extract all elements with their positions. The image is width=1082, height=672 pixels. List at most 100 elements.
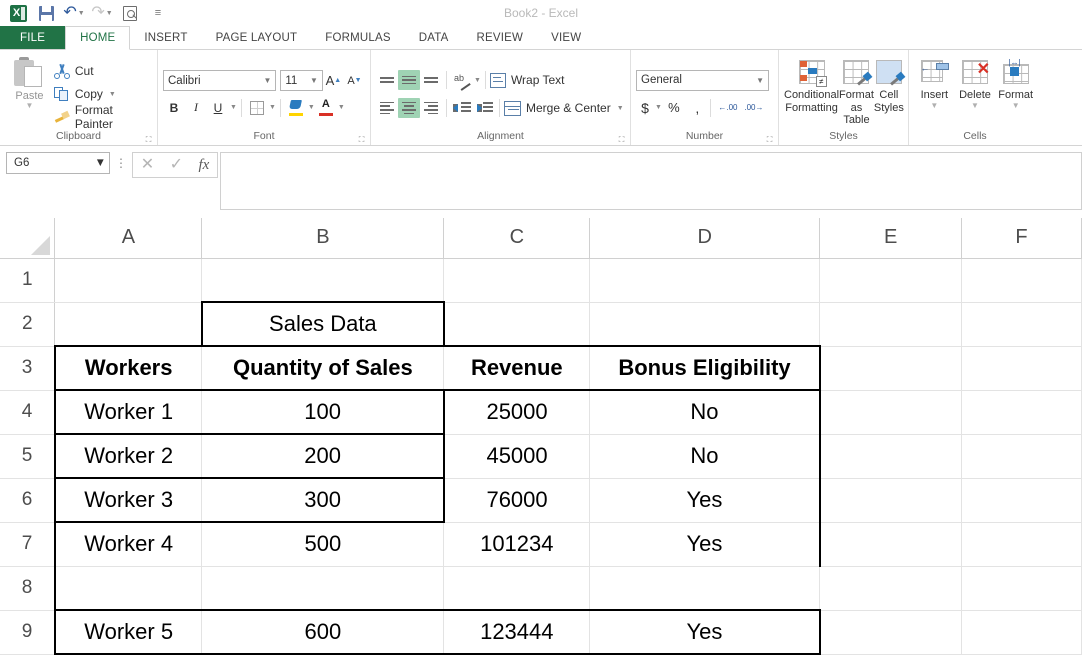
cell-b7[interactable]: 500 xyxy=(202,522,444,566)
insert-dropdown-icon[interactable]: ▼ xyxy=(930,102,938,110)
format-painter-button[interactable]: Format Painter xyxy=(54,107,152,127)
alignment-dialog-launcher-icon[interactable]: ⛶ xyxy=(617,135,626,144)
name-box[interactable]: G6 ▼ xyxy=(6,152,110,174)
decrease-decimal-button[interactable]: .00→ xyxy=(741,97,767,119)
column-header-a[interactable]: A xyxy=(55,218,202,258)
format-dropdown-icon[interactable]: ▼ xyxy=(1012,102,1020,110)
fill-color-dropdown-icon[interactable]: ▼ xyxy=(308,104,315,111)
font-name-dropdown-icon[interactable]: ▼ xyxy=(261,76,273,85)
increase-font-size-button[interactable]: A▲ xyxy=(323,70,344,92)
delete-dropdown-icon[interactable]: ▼ xyxy=(971,102,979,110)
undo-icon[interactable]: ↶▼ xyxy=(60,1,88,25)
align-right-button[interactable] xyxy=(420,98,442,118)
wrap-text-button[interactable]: Wrap Text xyxy=(490,69,565,91)
cell-c4[interactable]: 25000 xyxy=(444,390,590,434)
accounting-dropdown-icon[interactable]: ▼ xyxy=(655,104,662,111)
column-header-f[interactable]: F xyxy=(962,218,1082,258)
font-color-dropdown-icon[interactable]: ▼ xyxy=(338,104,345,111)
column-header-b[interactable]: B xyxy=(202,218,444,258)
cell-e2[interactable] xyxy=(820,302,962,346)
align-center-button[interactable] xyxy=(398,98,420,118)
font-size-dropdown-icon[interactable]: ▼ xyxy=(308,76,320,85)
cell-d3[interactable]: Bonus Eligibility xyxy=(590,346,820,390)
cell-d6[interactable]: Yes xyxy=(590,478,820,522)
bold-button[interactable]: B xyxy=(163,97,185,119)
align-top-button[interactable] xyxy=(376,70,398,90)
cell-b5[interactable]: 200 xyxy=(202,434,444,478)
borders-button[interactable] xyxy=(246,97,268,119)
align-middle-button[interactable] xyxy=(398,70,420,90)
cell-c1[interactable] xyxy=(444,258,590,302)
number-format-select[interactable]: General ▼ xyxy=(636,70,769,91)
cell-c9[interactable]: 123444 xyxy=(444,610,590,654)
cell-f5[interactable] xyxy=(962,434,1082,478)
cell-b2[interactable]: Sales Data xyxy=(202,302,444,346)
conditional-formatting-button[interactable]: ≠ Conditional Formatting xyxy=(784,57,839,130)
row-header-9[interactable]: 9 xyxy=(0,610,55,654)
font-name-input[interactable]: Calibri ▼ xyxy=(163,70,276,91)
merge-center-dropdown-icon[interactable]: ▼ xyxy=(617,105,624,112)
tab-file[interactable]: FILE xyxy=(0,26,65,49)
cell-e7[interactable] xyxy=(820,522,962,566)
cell-a1[interactable] xyxy=(55,258,202,302)
cell-f8[interactable] xyxy=(962,566,1082,610)
cell-a6[interactable]: Worker 3 xyxy=(55,478,202,522)
tab-insert[interactable]: INSERT xyxy=(130,26,201,49)
row-header-7[interactable]: 7 xyxy=(0,522,55,566)
borders-dropdown-icon[interactable]: ▼ xyxy=(269,104,276,111)
cell-f4[interactable] xyxy=(962,390,1082,434)
orientation-button[interactable]: ab xyxy=(451,70,473,90)
cut-button[interactable]: Cut xyxy=(54,61,152,81)
align-bottom-button[interactable] xyxy=(420,70,442,90)
cell-d7[interactable]: Yes xyxy=(590,522,820,566)
cell-e3[interactable] xyxy=(820,346,962,390)
cell-f3[interactable] xyxy=(962,346,1082,390)
column-header-d[interactable]: D xyxy=(590,218,820,258)
tab-view[interactable]: VIEW xyxy=(537,26,595,49)
format-cells-button[interactable]: |↔| Format ▼ xyxy=(995,57,1036,130)
row-header-8[interactable]: 8 xyxy=(0,566,55,610)
row-header-1[interactable]: 1 xyxy=(0,258,55,302)
row-header-3[interactable]: 3 xyxy=(0,346,55,390)
cell-b6[interactable]: 300 xyxy=(202,478,444,522)
cell-b4[interactable]: 100 xyxy=(202,390,444,434)
column-header-c[interactable]: C xyxy=(444,218,590,258)
cell-c6[interactable]: 76000 xyxy=(444,478,590,522)
row-header-2[interactable]: 2 xyxy=(0,302,55,346)
font-color-button[interactable]: A xyxy=(315,97,337,119)
enter-formula-icon[interactable]: ✓ xyxy=(170,157,183,173)
print-preview-icon[interactable] xyxy=(116,1,144,25)
font-dialog-launcher-icon[interactable]: ⛶ xyxy=(357,135,366,144)
decrease-indent-button[interactable] xyxy=(451,98,473,118)
cell-c8[interactable] xyxy=(444,566,590,610)
cell-c3[interactable]: Revenue xyxy=(444,346,590,390)
cell-b1[interactable] xyxy=(202,258,444,302)
copy-dropdown-icon[interactable]: ▼ xyxy=(109,91,116,98)
underline-dropdown-icon[interactable]: ▼ xyxy=(230,104,237,111)
number-dialog-launcher-icon[interactable]: ⛶ xyxy=(765,135,774,144)
cell-styles-button[interactable]: Cell Styles xyxy=(874,57,904,130)
cell-f9[interactable] xyxy=(962,610,1082,654)
cell-a3[interactable]: Workers xyxy=(55,346,202,390)
paste-dropdown-icon[interactable]: ▼ xyxy=(25,102,33,110)
cell-a9[interactable]: Worker 5 xyxy=(55,610,202,654)
cell-b3[interactable]: Quantity of Sales xyxy=(202,346,444,390)
cell-a7[interactable]: Worker 4 xyxy=(55,522,202,566)
fill-color-button[interactable] xyxy=(285,97,307,119)
cell-a8[interactable] xyxy=(55,566,202,610)
cell-a4[interactable]: Worker 1 xyxy=(55,390,202,434)
row-header-6[interactable]: 6 xyxy=(0,478,55,522)
cell-f1[interactable] xyxy=(962,258,1082,302)
increase-decimal-button[interactable]: ←.00 xyxy=(715,97,741,119)
cell-f2[interactable] xyxy=(962,302,1082,346)
insert-function-icon[interactable]: fx xyxy=(198,157,209,174)
align-left-button[interactable] xyxy=(376,98,398,118)
cell-d8[interactable] xyxy=(590,566,820,610)
clipboard-dialog-launcher-icon[interactable]: ⛶ xyxy=(144,135,153,144)
formula-input[interactable] xyxy=(220,152,1082,210)
cell-d5[interactable]: No xyxy=(590,434,820,478)
cell-e8[interactable] xyxy=(820,566,962,610)
customize-qat-icon[interactable]: ≡ xyxy=(144,1,172,25)
font-size-input[interactable]: 11 ▼ xyxy=(280,70,322,91)
cell-e5[interactable] xyxy=(820,434,962,478)
